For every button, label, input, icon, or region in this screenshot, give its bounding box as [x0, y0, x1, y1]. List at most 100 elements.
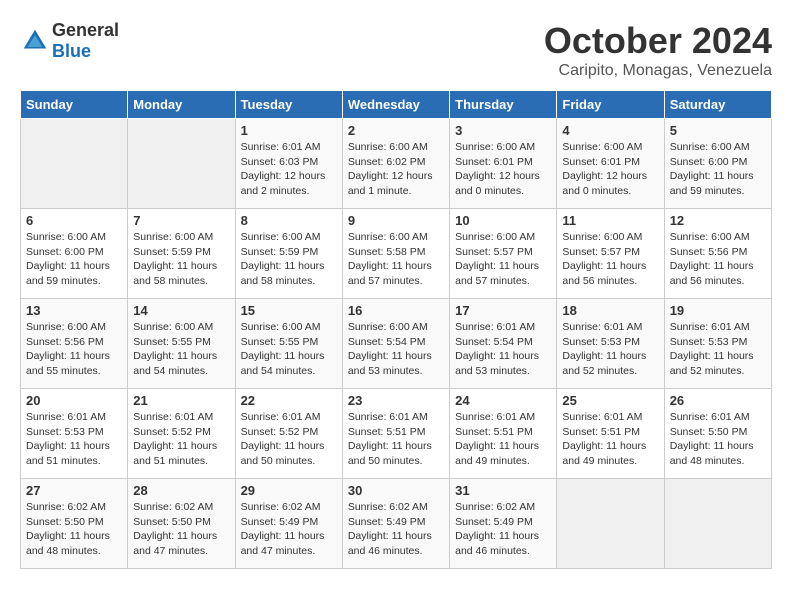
day-info: Sunrise: 6:00 AM Sunset: 5:55 PM Dayligh… [241, 320, 337, 379]
calendar-table: SundayMondayTuesdayWednesdayThursdayFrid… [20, 90, 772, 569]
day-number: 13 [26, 303, 122, 318]
day-info: Sunrise: 6:02 AM Sunset: 5:50 PM Dayligh… [133, 500, 229, 559]
day-number: 7 [133, 213, 229, 228]
week-row-4: 20 Sunrise: 6:01 AM Sunset: 5:53 PM Dayli… [21, 389, 772, 479]
day-info: Sunrise: 6:01 AM Sunset: 5:53 PM Dayligh… [26, 410, 122, 469]
day-number: 8 [241, 213, 337, 228]
day-number: 11 [562, 213, 658, 228]
calendar-cell: 4 Sunrise: 6:00 AM Sunset: 6:01 PM Daylig… [557, 119, 664, 209]
day-number: 3 [455, 123, 551, 138]
calendar-cell: 10 Sunrise: 6:00 AM Sunset: 5:57 PM Dayli… [450, 209, 557, 299]
day-info: Sunrise: 6:00 AM Sunset: 5:54 PM Dayligh… [348, 320, 444, 379]
calendar-cell: 12 Sunrise: 6:00 AM Sunset: 5:56 PM Dayli… [664, 209, 771, 299]
day-info: Sunrise: 6:01 AM Sunset: 5:50 PM Dayligh… [670, 410, 766, 469]
calendar-cell: 23 Sunrise: 6:01 AM Sunset: 5:51 PM Dayli… [342, 389, 449, 479]
day-info: Sunrise: 6:01 AM Sunset: 5:51 PM Dayligh… [455, 410, 551, 469]
calendar-cell [664, 479, 771, 569]
day-info: Sunrise: 6:01 AM Sunset: 6:03 PM Dayligh… [241, 140, 337, 199]
day-info: Sunrise: 6:00 AM Sunset: 6:00 PM Dayligh… [26, 230, 122, 289]
day-info: Sunrise: 6:02 AM Sunset: 5:49 PM Dayligh… [348, 500, 444, 559]
title-area: October 2024 Caripito, Monagas, Venezuel… [544, 20, 772, 80]
day-number: 5 [670, 123, 766, 138]
calendar-cell: 9Sunrise: 6:00 AM Sunset: 5:58 PM Daylig… [342, 209, 449, 299]
calendar-cell: 3 Sunrise: 6:00 AM Sunset: 6:01 PM Daylig… [450, 119, 557, 209]
day-number: 29 [241, 483, 337, 498]
day-info: Sunrise: 6:00 AM Sunset: 5:59 PM Dayligh… [241, 230, 337, 289]
calendar-cell: 8 Sunrise: 6:00 AM Sunset: 5:59 PM Daylig… [235, 209, 342, 299]
day-info: Sunrise: 6:00 AM Sunset: 5:58 PM Dayligh… [348, 230, 444, 289]
day-header-friday: Friday [557, 91, 664, 119]
day-number: 26 [670, 393, 766, 408]
logo: General Blue [20, 20, 119, 62]
calendar-cell: 30Sunrise: 6:02 AM Sunset: 5:49 PM Dayli… [342, 479, 449, 569]
day-info: Sunrise: 6:00 AM Sunset: 5:56 PM Dayligh… [670, 230, 766, 289]
day-header-sunday: Sunday [21, 91, 128, 119]
day-info: Sunrise: 6:01 AM Sunset: 5:54 PM Dayligh… [455, 320, 551, 379]
day-info: Sunrise: 6:01 AM Sunset: 5:51 PM Dayligh… [562, 410, 658, 469]
week-row-3: 13 Sunrise: 6:00 AM Sunset: 5:56 PM Dayli… [21, 299, 772, 389]
day-number: 16 [348, 303, 444, 318]
day-info: Sunrise: 6:00 AM Sunset: 5:59 PM Dayligh… [133, 230, 229, 289]
calendar-cell: 2Sunrise: 6:00 AM Sunset: 6:02 PM Daylig… [342, 119, 449, 209]
day-info: Sunrise: 6:00 AM Sunset: 5:57 PM Dayligh… [455, 230, 551, 289]
calendar-cell: 13 Sunrise: 6:00 AM Sunset: 5:56 PM Dayli… [21, 299, 128, 389]
day-number: 19 [670, 303, 766, 318]
calendar-cell: 1 Sunrise: 6:01 AM Sunset: 6:03 PM Daylig… [235, 119, 342, 209]
day-info: Sunrise: 6:00 AM Sunset: 5:56 PM Dayligh… [26, 320, 122, 379]
day-number: 12 [670, 213, 766, 228]
calendar-cell: 16 Sunrise: 6:00 AM Sunset: 5:54 PM Dayli… [342, 299, 449, 389]
logo-text-general: General [52, 20, 119, 40]
day-number: 20 [26, 393, 122, 408]
calendar-cell: 20 Sunrise: 6:01 AM Sunset: 5:53 PM Dayli… [21, 389, 128, 479]
day-info: Sunrise: 6:02 AM Sunset: 5:49 PM Dayligh… [241, 500, 337, 559]
day-number: 23 [348, 393, 444, 408]
day-info: Sunrise: 6:01 AM Sunset: 5:53 PM Dayligh… [670, 320, 766, 379]
day-info: Sunrise: 6:01 AM Sunset: 5:52 PM Dayligh… [133, 410, 229, 469]
day-number: 27 [26, 483, 122, 498]
calendar-cell: 31 Sunrise: 6:02 AM Sunset: 5:49 PM Dayli… [450, 479, 557, 569]
day-info: Sunrise: 6:01 AM Sunset: 5:51 PM Dayligh… [348, 410, 444, 469]
day-info: Sunrise: 6:00 AM Sunset: 6:02 PM Dayligh… [348, 140, 444, 199]
day-header-monday: Monday [128, 91, 235, 119]
day-info: Sunrise: 6:01 AM Sunset: 5:53 PM Dayligh… [562, 320, 658, 379]
day-info: Sunrise: 6:00 AM Sunset: 5:55 PM Dayligh… [133, 320, 229, 379]
calendar-cell [21, 119, 128, 209]
day-number: 28 [133, 483, 229, 498]
logo-text-blue: Blue [52, 41, 91, 61]
day-number: 31 [455, 483, 551, 498]
calendar-cell: 7 Sunrise: 6:00 AM Sunset: 5:59 PM Daylig… [128, 209, 235, 299]
calendar-cell: 18 Sunrise: 6:01 AM Sunset: 5:53 PM Dayli… [557, 299, 664, 389]
calendar-cell: 14 Sunrise: 6:00 AM Sunset: 5:55 PM Dayli… [128, 299, 235, 389]
day-info: Sunrise: 6:00 AM Sunset: 6:01 PM Dayligh… [562, 140, 658, 199]
calendar-cell: 11 Sunrise: 6:00 AM Sunset: 5:57 PM Dayli… [557, 209, 664, 299]
week-row-2: 6Sunrise: 6:00 AM Sunset: 6:00 PM Daylig… [21, 209, 772, 299]
day-info: Sunrise: 6:00 AM Sunset: 6:01 PM Dayligh… [455, 140, 551, 199]
calendar-cell [128, 119, 235, 209]
day-number: 15 [241, 303, 337, 318]
day-header-saturday: Saturday [664, 91, 771, 119]
calendar-cell: 6Sunrise: 6:00 AM Sunset: 6:00 PM Daylig… [21, 209, 128, 299]
day-header-tuesday: Tuesday [235, 91, 342, 119]
day-info: Sunrise: 6:00 AM Sunset: 6:00 PM Dayligh… [670, 140, 766, 199]
page-header: General Blue October 2024 Caripito, Mona… [20, 20, 772, 80]
calendar-cell: 24 Sunrise: 6:01 AM Sunset: 5:51 PM Dayli… [450, 389, 557, 479]
calendar-cell: 27 Sunrise: 6:02 AM Sunset: 5:50 PM Dayli… [21, 479, 128, 569]
day-number: 1 [241, 123, 337, 138]
day-header-thursday: Thursday [450, 91, 557, 119]
day-info: Sunrise: 6:00 AM Sunset: 5:57 PM Dayligh… [562, 230, 658, 289]
week-row-5: 27 Sunrise: 6:02 AM Sunset: 5:50 PM Dayli… [21, 479, 772, 569]
subtitle: Caripito, Monagas, Venezuela [544, 62, 772, 80]
day-number: 17 [455, 303, 551, 318]
day-number: 4 [562, 123, 658, 138]
day-info: Sunrise: 6:02 AM Sunset: 5:49 PM Dayligh… [455, 500, 551, 559]
day-number: 10 [455, 213, 551, 228]
month-title: October 2024 [544, 20, 772, 62]
day-number: 24 [455, 393, 551, 408]
day-number: 18 [562, 303, 658, 318]
day-number: 25 [562, 393, 658, 408]
day-number: 14 [133, 303, 229, 318]
calendar-cell: 21Sunrise: 6:01 AM Sunset: 5:52 PM Dayli… [128, 389, 235, 479]
calendar-cell: 15 Sunrise: 6:00 AM Sunset: 5:55 PM Dayli… [235, 299, 342, 389]
calendar-cell: 5 Sunrise: 6:00 AM Sunset: 6:00 PM Daylig… [664, 119, 771, 209]
day-info: Sunrise: 6:02 AM Sunset: 5:50 PM Dayligh… [26, 500, 122, 559]
